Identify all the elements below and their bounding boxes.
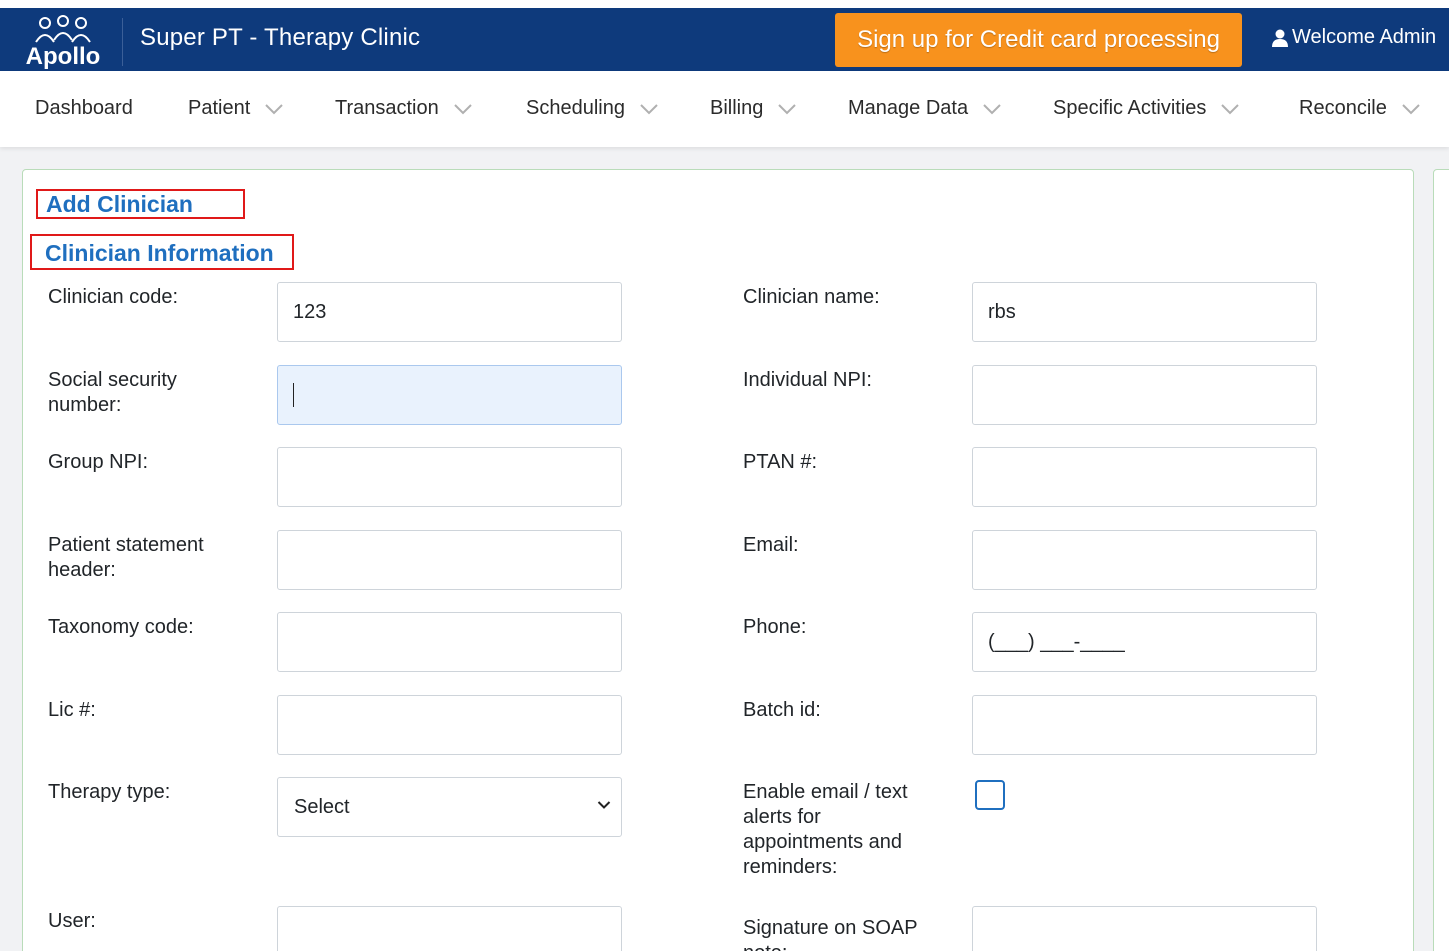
enable-alerts-label-line: reminders: [743, 856, 838, 878]
patient-statement-header-label-line: header: [48, 559, 116, 581]
signature-soap-label-line: Signature on SOAP [743, 917, 918, 939]
chevron-down-icon [1402, 103, 1420, 114]
nav-transaction[interactable]: Transaction [335, 97, 473, 120]
phone-input[interactable]: (___) ___-____ [972, 612, 1317, 672]
ssn-label-line: number: [48, 394, 122, 416]
email-input[interactable] [972, 530, 1317, 590]
nav-transaction-label: Transaction [335, 97, 439, 119]
nav-manage-data-label: Manage Data [848, 97, 969, 119]
nav-specific-activities[interactable]: Specific Activities [1053, 97, 1240, 120]
ssn-input[interactable] [277, 365, 622, 425]
group-npi-input[interactable] [277, 447, 622, 507]
therapy-type-label: Therapy type: [48, 781, 171, 803]
signature-soap-input[interactable] [972, 906, 1317, 951]
group-npi-label: Group NPI: [48, 451, 149, 473]
section-title: Clinician Information [45, 240, 274, 266]
page-title: Add Clinician [46, 191, 193, 217]
signature-soap-label: Signature on SOAP note: [743, 916, 918, 951]
user-label: User: [48, 910, 96, 932]
chevron-down-icon [640, 103, 658, 114]
ptan-input[interactable] [972, 447, 1317, 507]
enable-alerts-label-line: appointments and [743, 831, 903, 853]
welcome-text: Welcome Admin [1292, 26, 1437, 48]
enable-alerts-label-line: alerts for [743, 806, 821, 828]
user-icon [1272, 29, 1288, 47]
chevron-down-icon [778, 103, 797, 114]
nav-specific-activities-label: Specific Activities [1053, 97, 1207, 119]
nav-dashboard-label: Dashboard [35, 97, 133, 119]
nav-manage-data[interactable]: Manage Data [848, 97, 1002, 120]
nav-billing-label: Billing [710, 97, 764, 119]
nav-patient-label: Patient [188, 97, 251, 119]
batch-id-input[interactable] [972, 695, 1317, 755]
app-header: Apollo Super PT - Therapy Clinic Sign up… [0, 8, 1449, 71]
apollo-logo[interactable]: Apollo [18, 12, 108, 70]
nav-scheduling-label: Scheduling [526, 97, 625, 119]
email-label: Email: [743, 534, 799, 556]
patient-statement-header-label: Patient statement header: [48, 533, 204, 583]
user-menu[interactable]: Welcome Admin [1272, 26, 1436, 49]
ptan-label: PTAN #: [743, 451, 818, 473]
clinician-code-label: Clinician code: [48, 286, 179, 308]
app-title: Super PT - Therapy Clinic [140, 24, 421, 51]
patient-statement-header-label-line: Patient statement [48, 534, 204, 556]
chevron-down-icon [454, 103, 472, 114]
nav-scheduling[interactable]: Scheduling [526, 97, 659, 120]
chevron-down-icon [983, 103, 1001, 114]
logo-separator [122, 18, 123, 66]
enable-alerts-label: Enable email / text alerts for appointme… [743, 780, 908, 880]
user-input[interactable] [277, 906, 622, 951]
batch-id-label: Batch id: [743, 699, 821, 721]
clinician-name-input[interactable]: rbs [972, 282, 1317, 342]
clinician-code-input[interactable]: 123 [277, 282, 622, 342]
chevron-down-icon [597, 801, 611, 809]
text-caret [293, 383, 294, 407]
taxonomy-code-input[interactable] [277, 612, 622, 672]
patient-statement-header-input[interactable] [277, 530, 622, 590]
credit-card-signup-button[interactable]: Sign up for Credit card processing [835, 13, 1242, 67]
nav-dashboard[interactable]: Dashboard [35, 97, 133, 120]
enable-alerts-label-line: Enable email / text [743, 781, 908, 803]
main-nav: Dashboard Patient Transaction Scheduling… [0, 71, 1449, 147]
individual-npi-input[interactable] [972, 365, 1317, 425]
nav-reconcile[interactable]: Reconcile [1299, 97, 1421, 120]
nav-billing[interactable]: Billing [710, 97, 797, 120]
therapy-type-select[interactable]: Select [277, 777, 622, 837]
chevron-down-icon [265, 103, 283, 114]
therapy-type-selected: Select [294, 795, 350, 818]
svg-text:Apollo: Apollo [26, 43, 101, 70]
individual-npi-label: Individual NPI: [743, 369, 872, 391]
clinician-name-label: Clinician name: [743, 286, 880, 308]
signature-soap-label-line: note: [743, 941, 918, 951]
taxonomy-code-label: Taxonomy code: [48, 616, 194, 638]
chevron-down-icon [1221, 103, 1240, 114]
ssn-label: Social security number: [48, 368, 177, 418]
side-panel [1433, 169, 1449, 951]
enable-alerts-checkbox[interactable] [975, 780, 1005, 810]
top-strip [0, 0, 1449, 8]
nav-patient[interactable]: Patient [188, 97, 284, 120]
lic-input[interactable] [277, 695, 622, 755]
lic-label: Lic #: [48, 699, 96, 721]
ssn-label-line: Social security [48, 369, 177, 391]
nav-reconcile-label: Reconcile [1299, 97, 1387, 119]
phone-label: Phone: [743, 616, 807, 638]
